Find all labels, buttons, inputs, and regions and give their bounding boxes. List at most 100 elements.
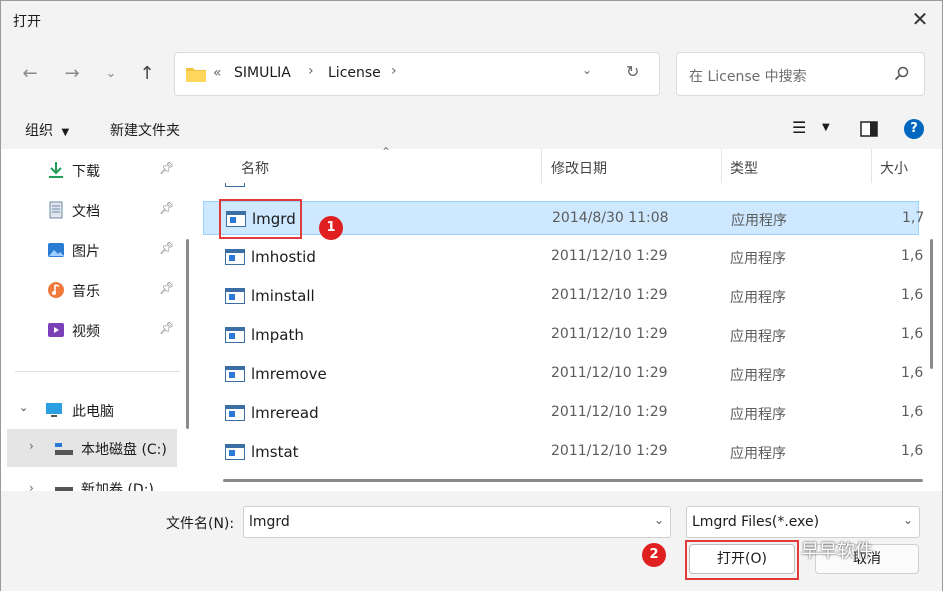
file-name: lmpath bbox=[251, 326, 304, 344]
file-size: 1,7 bbox=[902, 210, 925, 226]
sidebar-item-music[interactable]: 音乐 📌︎ bbox=[1, 271, 191, 309]
document-icon bbox=[49, 201, 63, 219]
application-icon bbox=[225, 405, 245, 421]
address-bar[interactable]: « SIMULIA › License › ⌄ ↻ bbox=[174, 52, 660, 96]
horizontal-scrollbar[interactable] bbox=[223, 479, 923, 482]
sort-ascending-icon: ⌃ bbox=[381, 145, 392, 159]
table-row[interactable]: lmstat 2011/12/10 1:29 应用程序 1,6 bbox=[203, 435, 923, 469]
sidebar-item-drive-d[interactable]: › 新加卷 (D:) bbox=[1, 473, 191, 491]
column-name[interactable]: 名称 bbox=[241, 158, 269, 178]
file-date: 2011/12/10 1:29 bbox=[551, 443, 668, 459]
search-icon[interactable] bbox=[894, 66, 910, 82]
table-row[interactable]: lmhostid 2011/12/10 1:29 应用程序 1,6 bbox=[203, 240, 923, 274]
file-date: 2011/12/10 1:29 bbox=[551, 248, 668, 264]
table-row[interactable]: lmpath 2011/12/10 1:29 应用程序 1,6 bbox=[203, 318, 923, 352]
column-size[interactable]: 大小 bbox=[880, 158, 908, 178]
arrow-right-icon[interactable]: → bbox=[59, 61, 85, 87]
picture-icon bbox=[48, 243, 64, 257]
column-type[interactable]: 类型 bbox=[730, 158, 758, 178]
organize-button[interactable]: 组织 ▼ bbox=[25, 120, 69, 140]
filter-value: Lmgrd Files(*.exe) bbox=[692, 514, 820, 530]
file-size: 1,6 bbox=[901, 326, 924, 342]
column-divider[interactable] bbox=[541, 149, 542, 183]
computer-icon bbox=[46, 403, 62, 417]
sidebar-item-documents[interactable]: 文档 📌︎ bbox=[1, 191, 191, 229]
search-box[interactable]: 在 License 中搜索 bbox=[676, 52, 925, 96]
new-folder-button[interactable]: 新建文件夹 bbox=[110, 120, 180, 140]
column-divider[interactable] bbox=[871, 149, 872, 183]
file-date: 2011/12/10 1:29 bbox=[551, 365, 668, 381]
help-icon[interactable]: ? bbox=[904, 119, 924, 139]
sidebar-item-label: 此电脑 bbox=[72, 404, 114, 420]
table-row[interactable]: lmremove 2011/12/10 1:29 应用程序 1,6 bbox=[203, 357, 923, 391]
address-history-chevron-icon[interactable]: ⌄ bbox=[582, 63, 592, 77]
filename-value: lmgrd bbox=[249, 514, 290, 530]
pin-icon[interactable]: 📌︎ bbox=[159, 321, 174, 335]
clipped-row bbox=[203, 183, 919, 191]
refresh-icon[interactable]: ↻ bbox=[626, 62, 639, 81]
breadcrumb-license[interactable]: License bbox=[328, 65, 381, 81]
file-date: 2011/12/10 1:29 bbox=[551, 287, 668, 303]
file-size: 1,6 bbox=[901, 248, 924, 264]
file-date: 2011/12/10 1:29 bbox=[551, 326, 668, 342]
step-badge-2: 2 bbox=[642, 543, 666, 567]
sidebar-item-videos[interactable]: 视频 📌︎ bbox=[1, 311, 191, 349]
file-list: ⌃ 名称 修改日期 类型 大小 lmgrd 2014/8/30 11:08 应用… bbox=[203, 145, 942, 491]
application-icon bbox=[225, 444, 245, 460]
folder-icon bbox=[186, 68, 206, 82]
view-menu-icon[interactable]: ☰ bbox=[792, 118, 806, 137]
chevron-right-icon[interactable]: › bbox=[29, 481, 34, 491]
file-type: 应用程序 bbox=[730, 329, 786, 345]
breadcrumb-simulia[interactable]: SIMULIA bbox=[234, 65, 291, 81]
view-caret-icon[interactable]: ▼ bbox=[822, 122, 830, 133]
column-date[interactable]: 修改日期 bbox=[551, 158, 607, 178]
file-size: 1,6 bbox=[901, 404, 924, 420]
column-header-row: ⌃ 名称 修改日期 类型 大小 bbox=[203, 145, 942, 183]
application-icon bbox=[225, 288, 245, 304]
vertical-scrollbar[interactable] bbox=[930, 239, 933, 369]
column-divider[interactable] bbox=[721, 149, 722, 183]
pin-icon[interactable]: 📌︎ bbox=[159, 241, 174, 255]
chevron-right-icon[interactable]: › bbox=[29, 439, 34, 453]
pin-icon[interactable]: 📌︎ bbox=[159, 281, 174, 295]
filename-label: 文件名(N): bbox=[166, 516, 235, 532]
arrow-left-icon[interactable]: ← bbox=[17, 61, 43, 87]
chevron-right-icon[interactable]: › bbox=[391, 63, 397, 79]
sidebar-item-drive-c[interactable]: › 本地磁盘 (C:) bbox=[7, 429, 177, 467]
preview-pane-icon[interactable] bbox=[860, 121, 878, 137]
file-size: 1,6 bbox=[901, 365, 924, 381]
file-type: 应用程序 bbox=[730, 446, 786, 462]
sidebar-item-pictures[interactable]: 图片 📌︎ bbox=[1, 231, 191, 269]
video-icon bbox=[48, 323, 64, 337]
sidebar-item-label: 本地磁盘 (C:) bbox=[81, 442, 167, 458]
sidebar-item-this-pc[interactable]: ⌄ 此电脑 bbox=[1, 391, 191, 429]
file-type-filter[interactable]: Lmgrd Files(*.exe) ⌄ bbox=[686, 506, 920, 538]
chevron-right-icon[interactable]: › bbox=[308, 63, 314, 79]
highlight-box-lmgrd bbox=[219, 199, 302, 239]
arrow-up-icon[interactable]: ↑ bbox=[134, 61, 160, 87]
table-row[interactable]: lmreread 2011/12/10 1:29 应用程序 1,6 bbox=[203, 396, 923, 430]
breadcrumb-overflow[interactable]: « bbox=[213, 65, 222, 81]
table-row[interactable]: lmgrd 2014/8/30 11:08 应用程序 1,7 bbox=[203, 201, 924, 235]
sidebar-item-label: 视频 bbox=[72, 324, 100, 340]
filename-input[interactable]: lmgrd ⌄ bbox=[243, 506, 671, 538]
sidebar-scrollbar[interactable] bbox=[186, 239, 189, 429]
file-date: 2014/8/30 11:08 bbox=[552, 210, 669, 226]
pin-icon[interactable]: 📌︎ bbox=[159, 161, 174, 175]
sidebar-item-label: 音乐 bbox=[72, 284, 100, 300]
chevron-down-icon[interactable]: ⌄ bbox=[654, 513, 664, 527]
file-name: lmremove bbox=[251, 365, 327, 383]
download-icon bbox=[49, 162, 63, 178]
pin-icon[interactable]: 📌︎ bbox=[159, 201, 174, 215]
chevron-down-icon[interactable]: ⌄ bbox=[98, 61, 124, 87]
chevron-down-icon[interactable]: ⌄ bbox=[903, 513, 913, 527]
file-name: lmstat bbox=[251, 443, 299, 461]
expand-chevron-icon[interactable]: ⌄ bbox=[19, 401, 28, 414]
file-type: 应用程序 bbox=[730, 290, 786, 306]
file-name: lmreread bbox=[251, 404, 319, 422]
close-icon[interactable]: ✕ bbox=[906, 7, 934, 33]
application-icon bbox=[225, 327, 245, 343]
sidebar-item-downloads[interactable]: 下载 📌︎ bbox=[1, 151, 191, 189]
table-row[interactable]: lminstall 2011/12/10 1:29 应用程序 1,6 bbox=[203, 279, 923, 313]
caret-down-icon: ▼ bbox=[61, 127, 70, 138]
